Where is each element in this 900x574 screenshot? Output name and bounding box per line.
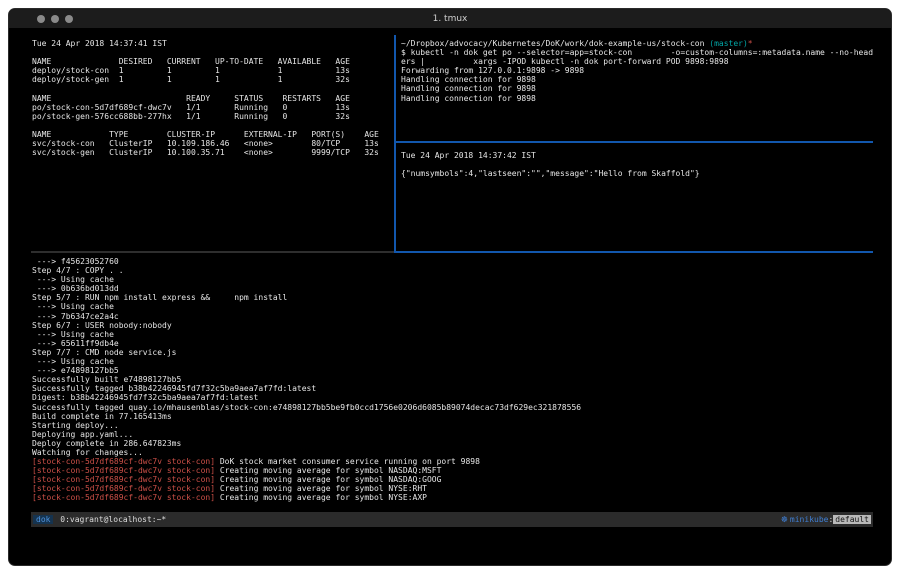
terminal-line: Watching for changes... [32,448,873,457]
close-button[interactable] [37,15,45,23]
terminal-line: $ kubectl -n dok get po --selector=app=s… [401,48,873,57]
tmux-session-name[interactable]: dok [33,515,53,524]
terminal-line: Tue 24 Apr 2018 14:37:42 IST [401,151,873,160]
terminal-line: [stock-con-5d7df689cf-dwc7v stock-con] C… [32,466,873,475]
terminal-line: Successfully tagged b38b42246945fd7f32c5… [32,384,873,393]
pane-border-vertical-active[interactable] [394,35,396,253]
terminal-line: Successfully tagged quay.io/mhausenblas/… [32,403,873,412]
terminal-line [32,84,394,93]
terminal-line: Handling connection for 9898 [401,75,873,84]
window-controls [37,9,73,28]
window-title: 1. tmux [433,14,468,24]
pane-border-horizontal-active-top[interactable] [396,141,873,143]
terminal-line: ---> e74898127bb5 [32,366,873,375]
pane-skaffold-build-log[interactable]: ---> f45623052760Step 4/7 : COPY . . ---… [32,257,873,509]
terminal-line: svc/stock-gen ClusterIP 10.100.35.71 <no… [32,148,394,157]
terminal-window: 1. tmux Tue 24 Apr 2018 14:37:41 IST NAM… [8,8,892,566]
terminal-line [401,160,873,169]
terminal-line: Handling connection for 9898 [401,84,873,93]
terminal-line: Tue 24 Apr 2018 14:37:41 IST [32,39,394,48]
pane-border-horizontal-active-bottom[interactable] [394,251,873,253]
terminal-line: Build complete in 77.165413ms [32,412,873,421]
terminal-line [32,48,394,57]
terminal-line: ---> f45623052760 [32,257,873,266]
pane-kubectl-watch[interactable]: Tue 24 Apr 2018 14:37:41 IST NAME DESIRE… [32,39,394,251]
pane-port-forward[interactable]: ~/Dropbox/advocacy/Kubernetes/DoK/work/d… [401,39,873,141]
kubernetes-icon: ☸ [781,515,788,524]
terminal-line: NAME READY STATUS RESTARTS AGE [32,94,394,103]
terminal-line: {"numsymbols":4,"lastseen":"","message":… [401,169,873,178]
terminal-line: deploy/stock-con 1 1 1 1 13s [32,66,394,75]
terminal-line: po/stock-con-5d7df689cf-dwc7v 1/1 Runnin… [32,103,394,112]
terminal-line: Successfully built e74898127bb5 [32,375,873,384]
terminal-line: ---> 0b636bd013dd [32,284,873,293]
terminal-line: Digest: b38b42246945fd7f32c5ba9aea7af7fd… [32,393,873,402]
terminal-line: ~/Dropbox/advocacy/Kubernetes/DoK/work/d… [401,39,873,48]
kube-namespace: default [833,515,871,524]
window-titlebar[interactable]: 1. tmux [9,9,891,29]
tmux-status-bar: dok 0:vagrant@localhost:~* ☸ minikube : … [31,512,873,527]
terminal-line: Deploy complete in 286.647823ms [32,439,873,448]
status-bar-left: dok 0:vagrant@localhost:~* [33,515,166,524]
terminal-line: Step 7/7 : CMD node service.js [32,348,873,357]
terminal-line: Deploying app.yaml... [32,430,873,439]
terminal-line: ---> 7b6347ce2a4c [32,312,873,321]
terminal-line [32,121,394,130]
terminal-line: ---> Using cache [32,275,873,284]
kube-context: minikube [790,515,829,524]
desktop: 1. tmux Tue 24 Apr 2018 14:37:41 IST NAM… [0,0,900,574]
tmux-window-item[interactable]: 0:vagrant@localhost:~* [55,515,166,524]
terminal-line: po/stock-gen-576cc688bb-277hx 1/1 Runnin… [32,112,394,121]
terminal-line: Starting deploy... [32,421,873,430]
terminal-line: ---> 65611ff9db4e [32,339,873,348]
tmux-terminal: Tue 24 Apr 2018 14:37:41 IST NAME DESIRE… [31,29,873,566]
terminal-line: Step 6/7 : USER nobody:nobody [32,321,873,330]
status-bar-right: ☸ minikube : default [781,515,871,524]
terminal-line: NAME TYPE CLUSTER-IP EXTERNAL-IP PORT(S)… [32,130,394,139]
terminal-line: Forwarding from 127.0.0.1:9898 -> 9898 [401,66,873,75]
pane-border-horizontal-inactive[interactable] [31,251,394,253]
terminal-line: NAME DESIRED CURRENT UP-TO-DATE AVAILABL… [32,57,394,66]
terminal-line: ---> Using cache [32,357,873,366]
terminal-line: ---> Using cache [32,330,873,339]
terminal-line: Handling connection for 9898 [401,94,873,103]
terminal-line: ---> Using cache [32,302,873,311]
terminal-line: ers | xargs -IPOD kubectl -n dok port-fo… [401,57,873,66]
terminal-line: svc/stock-con ClusterIP 10.109.186.46 <n… [32,139,394,148]
terminal-line: [stock-con-5d7df689cf-dwc7v stock-con] D… [32,457,873,466]
terminal-line: Step 4/7 : COPY . . [32,266,873,275]
terminal-line: Step 5/7 : RUN npm install express && np… [32,293,873,302]
minimize-button[interactable] [51,15,59,23]
terminal-line: deploy/stock-gen 1 1 1 1 32s [32,75,394,84]
zoom-button[interactable] [65,15,73,23]
terminal-line: [stock-con-5d7df689cf-dwc7v stock-con] C… [32,475,873,484]
terminal-line: [stock-con-5d7df689cf-dwc7v stock-con] C… [32,484,873,493]
pane-curl-output-active[interactable]: Tue 24 Apr 2018 14:37:42 IST {"numsymbol… [401,151,873,249]
terminal-line: [stock-con-5d7df689cf-dwc7v stock-con] C… [32,493,873,502]
